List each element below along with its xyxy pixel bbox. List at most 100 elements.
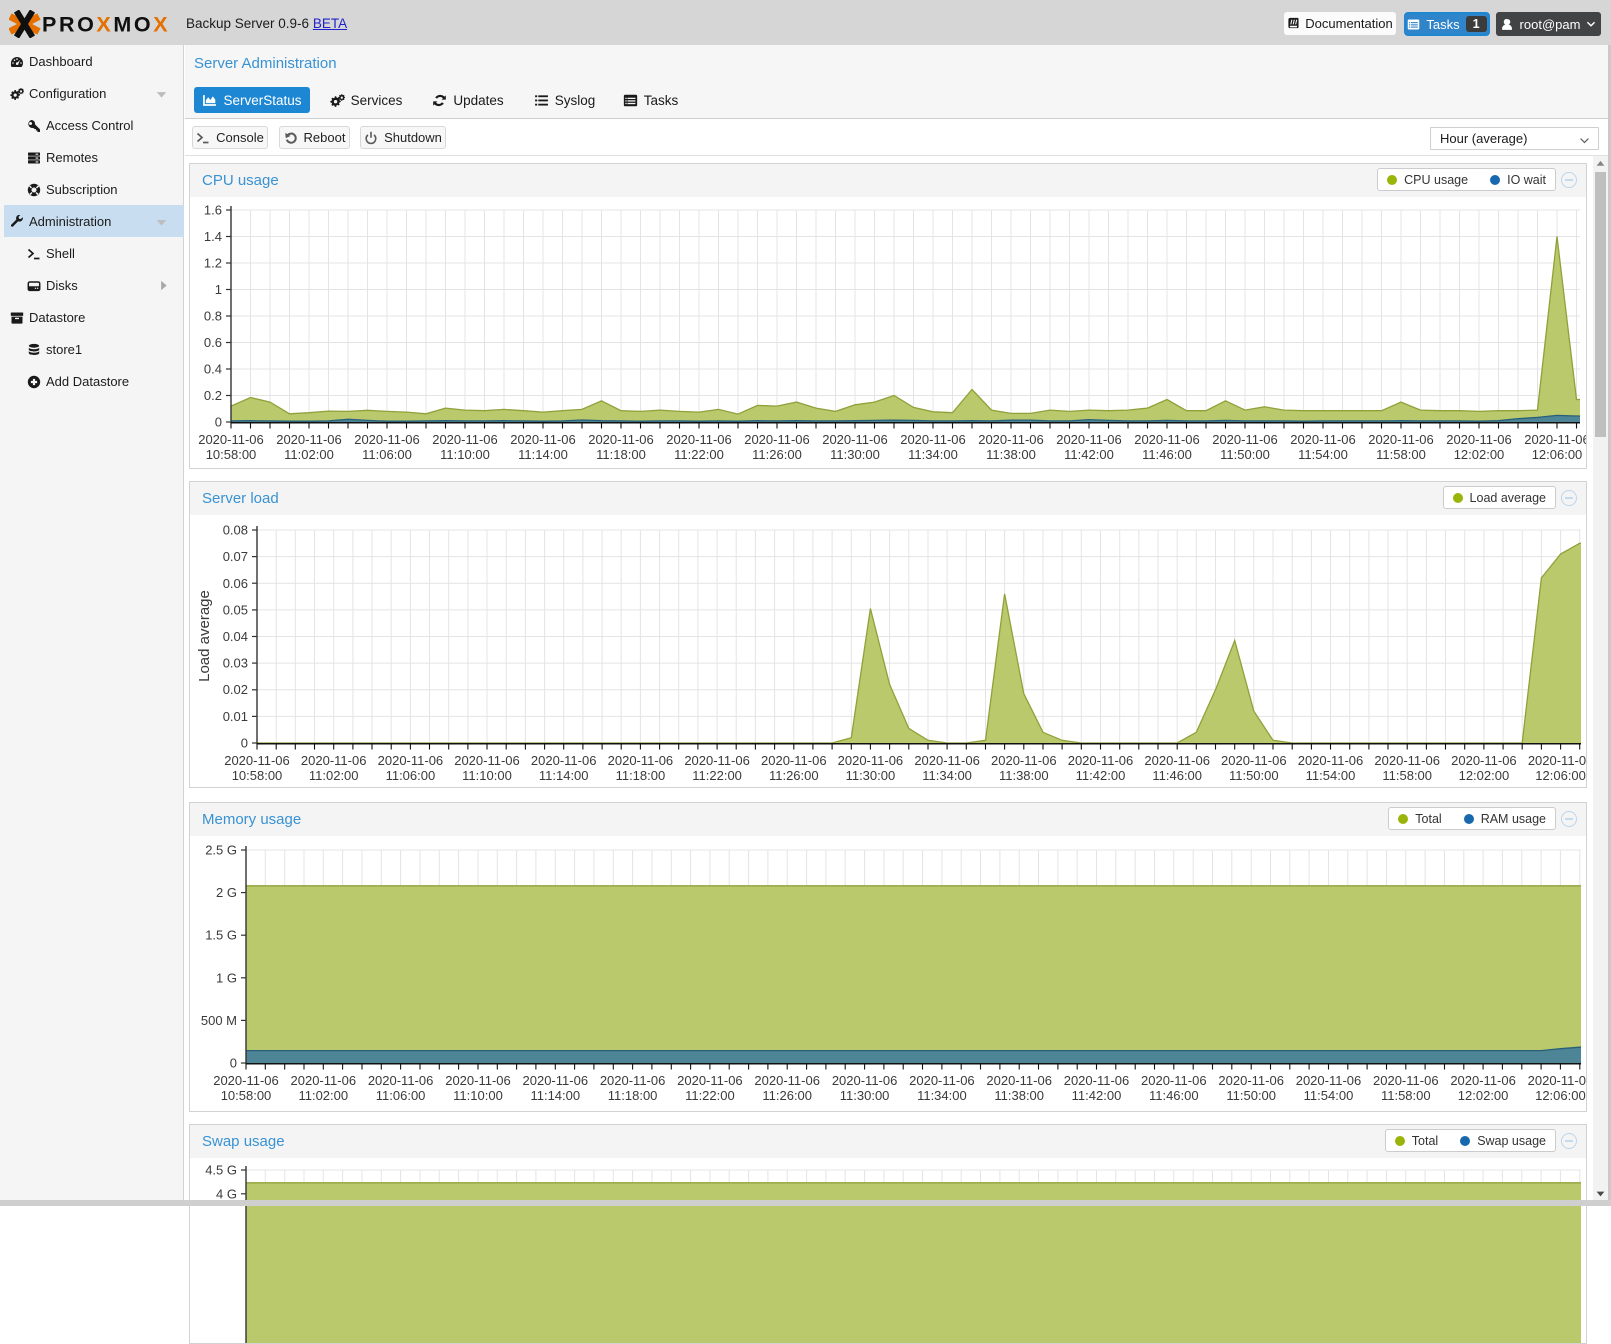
- svg-text:2020-11-06: 2020-11-06: [368, 1073, 434, 1088]
- svg-text:1.6: 1.6: [204, 203, 222, 218]
- svg-text:0.8: 0.8: [204, 309, 222, 324]
- svg-text:11:42:00: 11:42:00: [1072, 1088, 1122, 1103]
- svg-text:11:06:00: 11:06:00: [386, 768, 436, 783]
- svg-text:2020-11-06: 2020-11-06: [900, 432, 966, 447]
- svg-text:2020-11-06: 2020-11-06: [684, 753, 750, 768]
- svg-text:11:46:00: 11:46:00: [1152, 768, 1202, 783]
- svg-text:4.5 G: 4.5 G: [205, 1163, 237, 1178]
- svg-text:2020-11-06: 2020-11-06: [838, 753, 904, 768]
- svg-text:2020-11-06: 2020-11-06: [531, 753, 597, 768]
- svg-text:11:22:00: 11:22:00: [674, 447, 724, 462]
- svg-text:1.4: 1.4: [204, 229, 222, 244]
- svg-text:11:42:00: 11:42:00: [1064, 447, 1114, 462]
- svg-text:11:06:00: 11:06:00: [362, 447, 412, 462]
- svg-text:2 G: 2 G: [216, 885, 237, 900]
- svg-text:2020-11-06: 2020-11-06: [1141, 1073, 1207, 1088]
- svg-text:11:26:00: 11:26:00: [752, 447, 802, 462]
- svg-text:2020-11-06: 2020-11-06: [754, 1073, 820, 1088]
- svg-text:2020-11-06: 2020-11-06: [1064, 1073, 1130, 1088]
- svg-text:12:02:00: 12:02:00: [1459, 768, 1510, 783]
- svg-text:0.02: 0.02: [223, 682, 248, 697]
- svg-text:11:38:00: 11:38:00: [994, 1088, 1044, 1103]
- svg-text:12:02:00: 12:02:00: [1458, 1088, 1509, 1103]
- svg-text:11:50:00: 11:50:00: [1226, 1088, 1276, 1103]
- svg-text:0.2: 0.2: [204, 388, 222, 403]
- svg-text:2020-11-06: 2020-11-06: [445, 1073, 511, 1088]
- svg-text:0: 0: [215, 415, 222, 430]
- svg-text:2020-11-06: 2020-11-06: [588, 432, 654, 447]
- svg-text:11:46:00: 11:46:00: [1142, 447, 1192, 462]
- svg-text:11:50:00: 11:50:00: [1229, 768, 1279, 783]
- svg-text:0.01: 0.01: [223, 709, 248, 724]
- svg-text:11:58:00: 11:58:00: [1382, 768, 1432, 783]
- svg-text:2020-11-06: 2020-11-06: [1450, 1073, 1516, 1088]
- svg-text:2020-11-06: 2020-11-06: [354, 432, 420, 447]
- svg-text:11:50:00: 11:50:00: [1220, 447, 1270, 462]
- svg-text:11:14:00: 11:14:00: [518, 447, 568, 462]
- svg-text:11:02:00: 11:02:00: [309, 768, 359, 783]
- svg-text:0.07: 0.07: [223, 549, 248, 564]
- svg-text:11:54:00: 11:54:00: [1304, 1088, 1354, 1103]
- svg-text:PROXMOX: PROXMOX: [42, 13, 170, 37]
- svg-text:1: 1: [215, 282, 222, 297]
- svg-text:2020-11-06: 2020-11-06: [991, 753, 1057, 768]
- svg-text:2020-11-06: 2020-11-06: [1373, 1073, 1439, 1088]
- svg-text:2020-11-06: 2020-11-06: [1221, 753, 1287, 768]
- svg-text:0.06: 0.06: [223, 576, 248, 591]
- svg-text:2020-11-06: 2020-11-06: [213, 1073, 279, 1088]
- svg-text:2020-11-06: 2020-11-06: [600, 1073, 666, 1088]
- svg-text:0.03: 0.03: [223, 656, 248, 671]
- svg-text:11:14:00: 11:14:00: [539, 768, 589, 783]
- svg-text:2020-11-06: 2020-11-06: [1212, 432, 1278, 447]
- svg-text:11:14:00: 11:14:00: [530, 1088, 580, 1103]
- svg-text:10:58:00: 10:58:00: [232, 768, 283, 783]
- svg-text:11:54:00: 11:54:00: [1298, 447, 1348, 462]
- svg-text:11:30:00: 11:30:00: [840, 1088, 890, 1103]
- svg-text:0.04: 0.04: [223, 629, 248, 644]
- svg-text:2020-11-06: 2020-11-06: [1374, 753, 1440, 768]
- svg-text:2020-11-06: 2020-11-06: [1144, 753, 1210, 768]
- svg-text:11:22:00: 11:22:00: [692, 768, 742, 783]
- svg-text:2020-11-06: 2020-11-06: [986, 1073, 1052, 1088]
- svg-text:2020-11-06: 2020-11-06: [1528, 753, 1586, 768]
- svg-text:2020-11-06: 2020-11-06: [761, 753, 827, 768]
- svg-text:0.08: 0.08: [223, 523, 248, 538]
- svg-text:2020-11-06: 2020-11-06: [1290, 432, 1356, 447]
- svg-text:11:58:00: 11:58:00: [1376, 447, 1426, 462]
- svg-text:11:10:00: 11:10:00: [462, 768, 512, 783]
- svg-text:1.2: 1.2: [204, 256, 222, 271]
- svg-text:2020-11-06: 2020-11-06: [1056, 432, 1122, 447]
- svg-text:2020-11-06: 2020-11-06: [198, 432, 264, 447]
- svg-text:0: 0: [241, 736, 248, 751]
- svg-text:10:58:00: 10:58:00: [221, 1088, 272, 1103]
- svg-text:12:06:00: 12:06:00: [1535, 768, 1586, 783]
- svg-text:2020-11-06: 2020-11-06: [378, 753, 444, 768]
- svg-text:2020-11-06: 2020-11-06: [301, 753, 367, 768]
- svg-text:11:46:00: 11:46:00: [1149, 1088, 1199, 1103]
- svg-text:11:34:00: 11:34:00: [908, 447, 958, 462]
- svg-text:2020-11-06: 2020-11-06: [1528, 1073, 1586, 1088]
- svg-text:11:02:00: 11:02:00: [298, 1088, 348, 1103]
- svg-text:11:38:00: 11:38:00: [999, 768, 1049, 783]
- svg-text:500 M: 500 M: [201, 1013, 237, 1028]
- svg-text:2020-11-06: 2020-11-06: [1368, 432, 1434, 447]
- svg-text:11:10:00: 11:10:00: [453, 1088, 503, 1103]
- svg-text:2020-11-06: 2020-11-06: [276, 432, 342, 447]
- svg-text:11:30:00: 11:30:00: [846, 768, 896, 783]
- svg-text:2020-11-06: 2020-11-06: [523, 1073, 589, 1088]
- svg-text:11:02:00: 11:02:00: [284, 447, 334, 462]
- svg-text:0.05: 0.05: [223, 602, 248, 617]
- svg-text:Load average: Load average: [196, 590, 213, 682]
- svg-text:2020-11-06: 2020-11-06: [224, 753, 290, 768]
- svg-text:0: 0: [230, 1056, 237, 1071]
- svg-text:2020-11-06: 2020-11-06: [677, 1073, 743, 1088]
- svg-text:2020-11-06: 2020-11-06: [914, 753, 980, 768]
- svg-text:12:06:00: 12:06:00: [1532, 447, 1583, 462]
- svg-text:2020-11-06: 2020-11-06: [1446, 432, 1512, 447]
- svg-text:2020-11-06: 2020-11-06: [291, 1073, 357, 1088]
- svg-text:11:18:00: 11:18:00: [596, 447, 646, 462]
- svg-text:11:22:00: 11:22:00: [685, 1088, 735, 1103]
- svg-text:11:30:00: 11:30:00: [830, 447, 880, 462]
- svg-text:2020-11-06: 2020-11-06: [1134, 432, 1200, 447]
- svg-text:11:58:00: 11:58:00: [1381, 1088, 1431, 1103]
